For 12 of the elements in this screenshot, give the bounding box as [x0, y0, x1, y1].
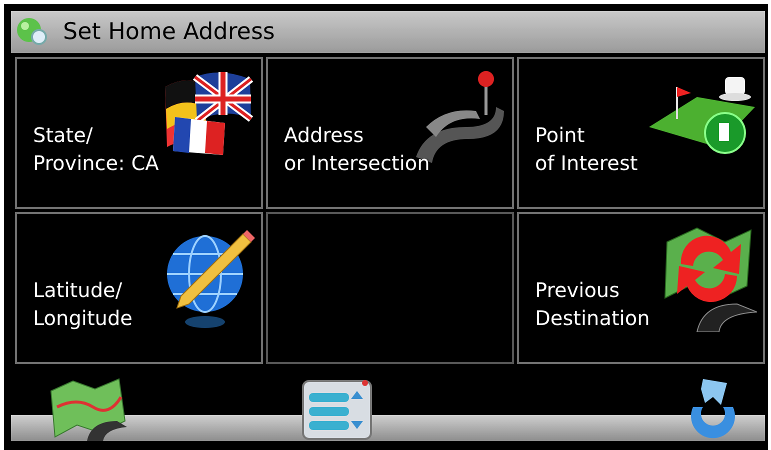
menu-tile[interactable]: Previous Destination: [517, 212, 765, 364]
menu-tile[interactable]: Point of Interest: [517, 57, 765, 209]
tile-label: State/ Province: CA: [33, 122, 159, 177]
tile-label: Point of Interest: [535, 122, 638, 177]
menu-tile[interactable]: State/ Province: CA: [15, 57, 263, 209]
tile-label: Latitude/ Longitude: [33, 277, 132, 332]
menu-tile[interactable]: Latitude/ Longitude: [15, 212, 263, 364]
tile-label: Address or Intersection: [284, 122, 430, 177]
tile-label: Previous Destination: [535, 277, 650, 332]
window-title: Set Home Address: [63, 18, 275, 47]
menu-tile[interactable]: Address or Intersection: [266, 57, 514, 209]
list-button[interactable]: [301, 377, 373, 441]
